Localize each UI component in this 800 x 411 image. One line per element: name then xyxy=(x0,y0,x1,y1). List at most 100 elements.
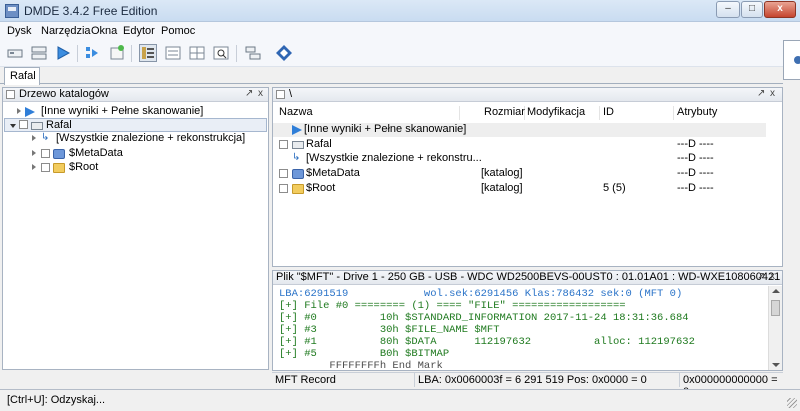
tree-item-label: [Wszystkie znalezione + rekonstrukcja] xyxy=(56,132,246,144)
metadata-folder-icon xyxy=(292,169,304,179)
list-row[interactable]: [Inne wyniki + Pełne skanowanie] xyxy=(273,123,766,137)
search-icon[interactable] xyxy=(212,44,230,62)
close-button[interactable]: x xyxy=(764,1,796,18)
record-pin-icon[interactable]: ↗ xyxy=(757,271,765,282)
file-attributes: ---D ---- xyxy=(677,152,714,164)
scroll-up-icon[interactable] xyxy=(772,289,780,293)
sector-icon[interactable] xyxy=(244,44,262,62)
tree-panel-title: Drzewo katalogów xyxy=(19,88,109,100)
side-panel-edge[interactable] xyxy=(783,40,800,80)
title-bar: DMDE 3.4.2 Free Edition – □ x xyxy=(0,0,800,22)
record-line[interactable]: [+] #0 10h $STANDARD_INFORMATION 2017-11… xyxy=(279,312,689,324)
list-row[interactable]: $Root [katalog] 5 (5) ---D ---- xyxy=(273,182,766,196)
tree-item-other-results[interactable]: [Inne wyniki + Pełne skanowanie] xyxy=(3,105,268,119)
expand-icon[interactable] xyxy=(32,135,36,141)
tree-item-label: [Inne wyniki + Pełne skanowanie] xyxy=(41,105,204,117)
menu-pomoc[interactable]: Pomoc xyxy=(161,25,195,37)
reconstruction-icon: ↳ xyxy=(41,132,50,143)
record-line[interactable]: [+] #5 B0h $BITMAP xyxy=(279,348,449,360)
column-header-id[interactable]: ID xyxy=(600,106,674,120)
row-checkbox[interactable] xyxy=(279,184,288,193)
list-panel-header: \ ↗ x xyxy=(273,88,782,102)
tab-rafal[interactable]: Rafal xyxy=(4,67,40,85)
expand-icon[interactable] xyxy=(32,150,36,156)
column-header-attributes[interactable]: Atrybuty xyxy=(674,106,764,120)
row-checkbox[interactable] xyxy=(279,140,288,149)
current-path: \ xyxy=(289,88,293,100)
tree-view-icon[interactable] xyxy=(139,44,157,62)
menu-narzedzia[interactable]: Narzędzia xyxy=(41,25,91,37)
record-line[interactable]: [+] #3 30h $FILE_NAME $MFT xyxy=(279,324,500,336)
file-name: Rafal xyxy=(306,138,332,150)
record-panel-header: Plik "$MFT" - Drive 1 - 250 GB - USB - W… xyxy=(273,271,782,285)
disk-icon[interactable] xyxy=(6,44,24,62)
play-icon xyxy=(292,125,302,135)
reconstruction-icon: ↳ xyxy=(292,152,301,163)
play-icon xyxy=(25,107,35,117)
file-list-panel: \ ↗ x Nazwa Rozmiar Modyfikacja ID Atryb… xyxy=(272,87,783,267)
list-pin-icon[interactable]: ↗ xyxy=(757,88,765,99)
tree-pin-icon[interactable]: ↗ xyxy=(245,88,253,99)
record-offset: 0x000000000000 = 0 xyxy=(679,372,783,398)
tree-item-metadata[interactable]: $MetaData xyxy=(3,147,268,161)
open-volume-icon[interactable] xyxy=(54,44,72,62)
scroll-thumb[interactable] xyxy=(771,300,780,316)
list-row[interactable]: Rafal ---D ---- xyxy=(273,138,766,152)
record-line[interactable]: [+] File #0 ======== (1) ==== "FILE" ===… xyxy=(279,300,626,312)
resize-grip-icon[interactable] xyxy=(787,398,797,408)
new-icon[interactable] xyxy=(108,44,126,62)
list-header-checkbox[interactable] xyxy=(276,90,285,99)
row-checkbox[interactable] xyxy=(279,169,288,178)
column-header-modified[interactable]: Modyfikacja xyxy=(524,106,600,120)
record-scrollbar[interactable] xyxy=(768,286,782,370)
toolbar xyxy=(0,40,800,67)
file-name: [Inne wyniki + Pełne skanowanie] xyxy=(304,123,467,135)
partitions-icon[interactable] xyxy=(30,44,48,62)
file-name: $MetaData xyxy=(306,167,360,179)
tree-header-checkbox[interactable] xyxy=(6,90,15,99)
list-close-icon[interactable]: x xyxy=(770,88,775,99)
folder-icon xyxy=(53,163,65,173)
collapse-icon[interactable] xyxy=(10,124,16,128)
tree-item-root[interactable]: $Root xyxy=(3,161,268,175)
tree-item-rafal[interactable]: Rafal xyxy=(4,118,267,132)
menu-edytor[interactable]: Edytor xyxy=(123,25,155,37)
tree-item-checkbox[interactable] xyxy=(41,149,50,158)
expand-icon[interactable] xyxy=(32,164,36,170)
minimize-button[interactable]: – xyxy=(716,1,740,18)
tree-item-checkbox[interactable] xyxy=(19,120,28,129)
column-header-name[interactable]: Nazwa xyxy=(276,106,460,120)
tree-item-label: $Root xyxy=(69,161,99,173)
list-row[interactable]: ↳ [Wszystkie znalezione + rekonstru... -… xyxy=(273,152,766,166)
status-bar: [Ctrl+U]: Odzyskaj... xyxy=(0,389,800,411)
list-view-icon[interactable] xyxy=(164,44,182,62)
tree-item-label: Rafal xyxy=(46,119,72,131)
grid-view-icon[interactable] xyxy=(188,44,206,62)
metadata-folder-icon xyxy=(53,149,65,159)
menu-dysk[interactable]: Dysk xyxy=(7,25,31,37)
file-size: [katalog] xyxy=(481,167,523,179)
tree-item-all-found[interactable]: ↳ [Wszystkie znalezione + rekonstrukcja] xyxy=(3,132,268,146)
app-icon xyxy=(5,4,19,18)
tree-close-icon[interactable]: x xyxy=(258,88,263,99)
file-name: [Wszystkie znalezione + rekonstru... xyxy=(306,152,482,164)
tree-item-checkbox[interactable] xyxy=(41,163,50,172)
scroll-down-icon[interactable] xyxy=(772,363,780,367)
menu-okna[interactable]: Okna xyxy=(91,25,117,37)
dmde-logo-icon[interactable] xyxy=(275,44,293,62)
list-row[interactable]: $MetaData [katalog] ---D ---- xyxy=(273,167,766,181)
recover-icon[interactable] xyxy=(84,44,102,62)
toolbar-separator xyxy=(236,45,237,62)
tree-item-label: $MetaData xyxy=(69,147,123,159)
toolbar-separator xyxy=(77,45,78,62)
record-panel-title: Plik "$MFT" - Drive 1 - 250 GB - USB - W… xyxy=(276,271,781,283)
maximize-button[interactable]: □ xyxy=(741,1,763,18)
expand-icon[interactable] xyxy=(17,108,21,114)
file-size: [katalog] xyxy=(481,182,523,194)
record-line[interactable]: [+] #1 80h $DATA 112197632 alloc: 112197… xyxy=(279,336,695,348)
record-close-icon[interactable]: x xyxy=(770,271,775,282)
record-line: FFFFFFFFh End Mark xyxy=(279,360,443,370)
file-attributes: ---D ---- xyxy=(677,182,714,194)
column-header-size[interactable]: Rozmiar xyxy=(481,106,525,120)
file-attributes: ---D ---- xyxy=(677,138,714,150)
